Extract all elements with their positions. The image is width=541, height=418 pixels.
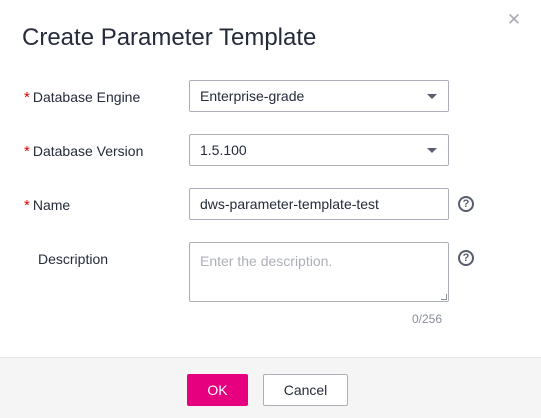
- create-parameter-template-dialog: ✕ Create Parameter Template * Database En…: [0, 0, 541, 418]
- chevron-down-icon: [427, 94, 437, 99]
- required-marker: *: [24, 197, 30, 214]
- ok-button[interactable]: OK: [187, 374, 248, 406]
- required-marker: *: [24, 143, 30, 160]
- database-version-label: * Database Version: [24, 143, 144, 160]
- database-engine-label: * Database Engine: [24, 89, 141, 106]
- chevron-down-icon: [427, 148, 437, 153]
- description-help-icon[interactable]: ?: [458, 250, 474, 266]
- close-icon[interactable]: ✕: [506, 11, 522, 28]
- name-value: dws-parameter-template-test: [200, 196, 379, 212]
- cancel-button[interactable]: Cancel: [263, 374, 348, 406]
- name-label: * Name: [24, 197, 71, 214]
- name-input[interactable]: dws-parameter-template-test: [189, 188, 449, 220]
- resize-handle-icon[interactable]: [441, 294, 447, 300]
- dialog-footer: OK Cancel: [0, 357, 541, 418]
- required-marker: *: [24, 89, 30, 106]
- database-engine-value: Enterprise-grade: [200, 88, 305, 104]
- name-help-icon[interactable]: ?: [458, 196, 474, 212]
- database-version-select[interactable]: 1.5.100: [189, 134, 449, 166]
- description-textarea[interactable]: [189, 242, 449, 302]
- description-label: Description: [38, 251, 109, 267]
- dialog-title: Create Parameter Template: [22, 24, 317, 51]
- database-version-value: 1.5.100: [200, 142, 247, 158]
- description-char-counter: 0/256: [412, 312, 443, 326]
- database-engine-select[interactable]: Enterprise-grade: [189, 80, 449, 112]
